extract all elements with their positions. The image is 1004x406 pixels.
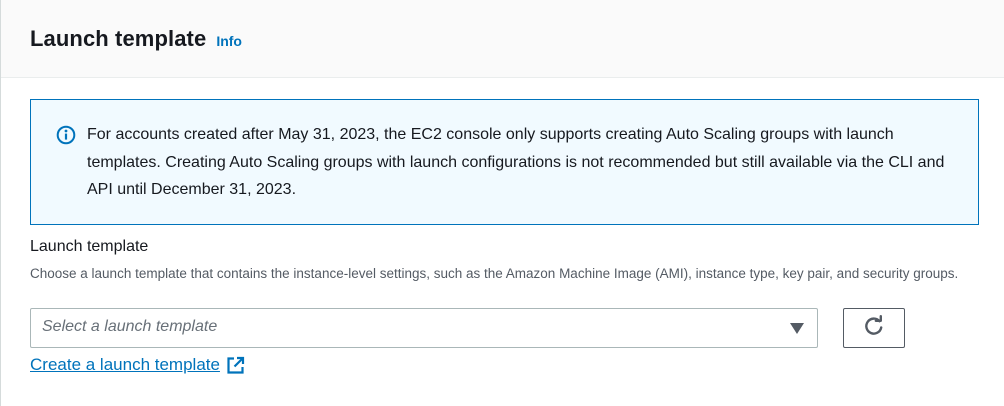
select-placeholder: Select a launch template <box>42 318 218 335</box>
caret-down-icon <box>790 323 804 334</box>
create-link-label: Create a launch template <box>30 355 220 374</box>
external-link-icon <box>226 356 245 375</box>
refresh-icon <box>863 314 885 342</box>
panel-header: Launch template Info <box>1 0 1004 78</box>
refresh-button[interactable] <box>843 308 905 348</box>
launch-template-description: Choose a launch template that contains t… <box>30 266 959 281</box>
launch-template-panel: Launch template Info For accounts create… <box>0 0 1004 406</box>
launch-template-label: Launch template <box>30 238 149 255</box>
info-alert: For accounts created after May 31, 2023,… <box>30 99 979 225</box>
alert-message: For accounts created after May 31, 2023,… <box>87 126 945 198</box>
launch-template-select[interactable]: Select a launch template <box>30 308 818 348</box>
create-launch-template-link[interactable]: Create a launch template <box>30 355 245 375</box>
panel-title: Launch template <box>30 25 207 51</box>
info-link[interactable]: Info <box>216 33 242 49</box>
info-circle-icon <box>56 125 76 145</box>
